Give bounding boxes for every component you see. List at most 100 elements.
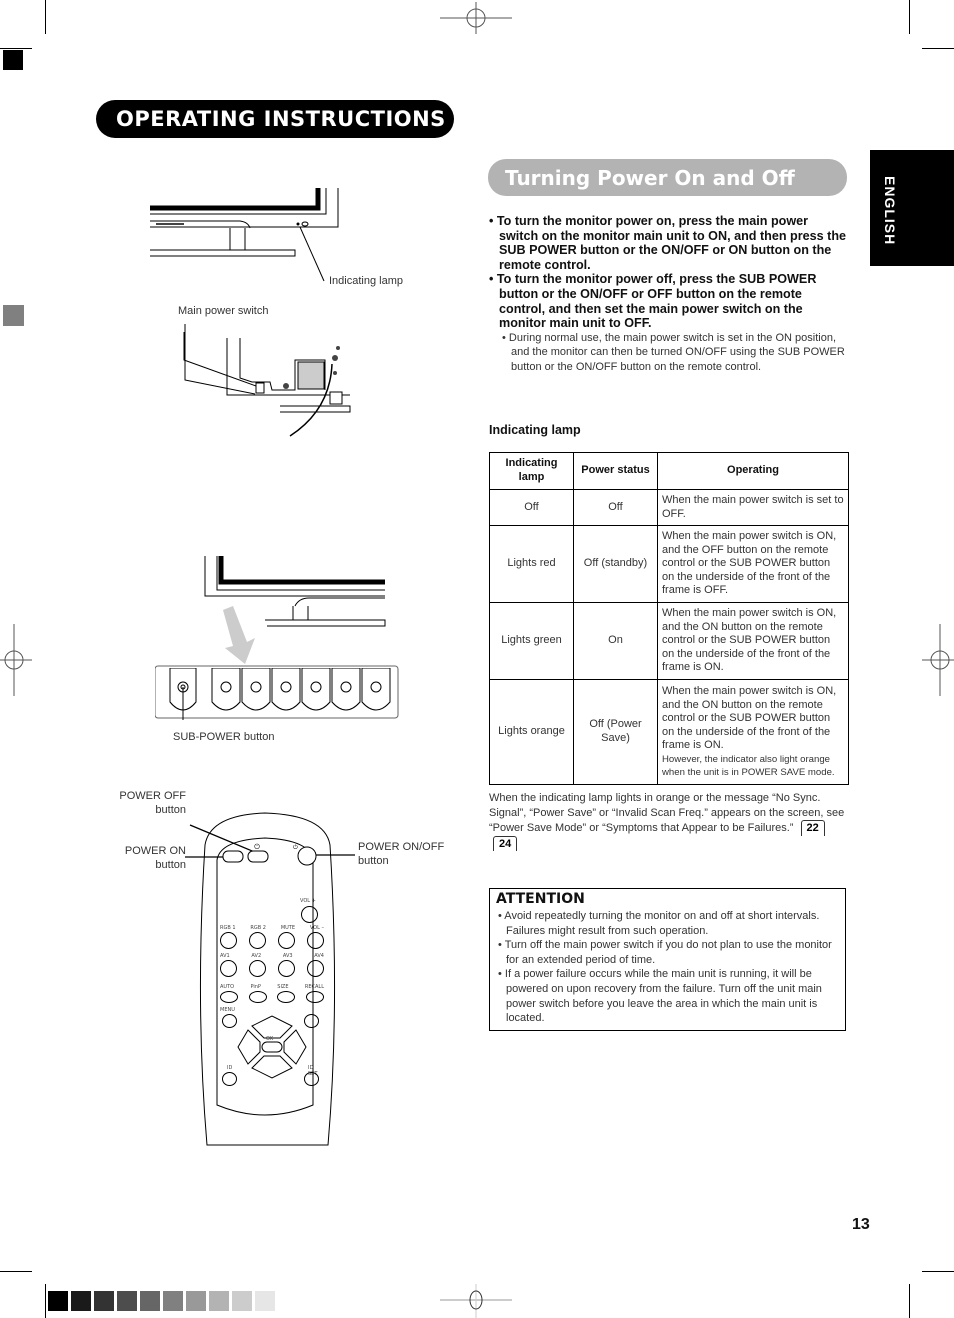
step-power-off: • To turn the monitor power off, press t… [489, 272, 817, 331]
page-ref-link[interactable]: 22 [800, 820, 825, 836]
main-power-switch-label: Main power switch [178, 305, 269, 317]
button-label: SIZE [277, 984, 289, 990]
operating-extra: However, the indicator also light orange… [662, 753, 835, 778]
crop-mark [45, 1284, 46, 1318]
status-cell: Off (standby) [573, 525, 658, 603]
crop-mark [45, 0, 46, 34]
power-onoff-button[interactable] [297, 846, 317, 866]
status-cell: On [573, 602, 658, 680]
color-swatch [186, 1291, 206, 1311]
remote-button[interactable] [220, 960, 237, 977]
color-swatch [140, 1291, 160, 1311]
lamp-table: Indicating lamp Power status Operating O… [489, 452, 849, 785]
power-off-button[interactable] [247, 850, 269, 863]
power-on-label: POWER ON button [124, 845, 186, 871]
ok-button[interactable] [261, 1041, 283, 1053]
operating-cell: When the main power switch is ON, and th… [657, 602, 849, 680]
power-icon: ⏻ [254, 843, 260, 851]
registration-mark [3, 305, 24, 326]
step-subnote: • During normal use, the main power swit… [502, 331, 845, 373]
attention-item: • Turn off the main power switch if you … [498, 939, 832, 966]
page-title: OPERATING INSTRUCTIONS [96, 100, 454, 138]
page-number: 13 [852, 1216, 870, 1233]
column-header: Indicating lamp [489, 452, 574, 490]
operating-cell: When the main power switch is ON, and th… [657, 679, 849, 785]
table-row: Lights orange Off (Power Save) When the … [489, 679, 849, 785]
remote-button[interactable] [249, 960, 266, 977]
color-swatch [163, 1291, 183, 1311]
remote-button[interactable] [277, 991, 296, 1003]
menu-label: MENU [220, 1007, 235, 1013]
power-icon: ⏻ [293, 844, 298, 851]
button-label: RGB 2 [250, 925, 266, 931]
panel-button[interactable] [241, 667, 271, 711]
button-label: MUTE [280, 925, 295, 931]
registration-target-icon [440, 2, 512, 34]
registration-target-icon [0, 624, 32, 696]
section-title: Turning Power On and Off [488, 159, 847, 196]
remote-button[interactable] [307, 960, 324, 977]
status-cell: Off [573, 489, 658, 526]
remote-button[interactable] [220, 932, 237, 949]
panel-button[interactable] [361, 667, 391, 711]
indicating-lamp-label: Indicating lamp [329, 275, 403, 287]
lamp-table-heading: Indicating lamp [489, 423, 581, 437]
remote-button[interactable] [278, 960, 295, 977]
lamp-cell: Off [489, 489, 574, 526]
id-set-button[interactable] [304, 1072, 319, 1086]
button-label: AV3 [282, 953, 293, 959]
column-header: Power status [573, 452, 658, 490]
power-on-button[interactable] [222, 850, 244, 863]
lamp-note-text: When the indicating lamp lights in orang… [489, 792, 845, 835]
power-off-label: POWER OFF button [119, 790, 186, 816]
sub-power-label: SUB-POWER button [173, 731, 275, 743]
front-button-panel [168, 667, 393, 730]
color-swatch [209, 1291, 229, 1311]
attention-item: • If a power failure occurs while the ma… [498, 968, 822, 1025]
id-button[interactable] [222, 1072, 237, 1086]
page-ref-link[interactable]: 24 [493, 835, 518, 852]
instruction-steps: • To turn the monitor power on, press th… [489, 214, 849, 375]
panel-button[interactable] [271, 667, 301, 711]
table-row: Off Off When the main power switch is se… [489, 489, 849, 526]
lamp-note: When the indicating lamp lights in orang… [489, 791, 851, 852]
id-label: ID [227, 1065, 233, 1071]
vol-plus-label: VOL + [300, 898, 316, 904]
color-swatch [117, 1291, 137, 1311]
crop-mark [922, 48, 954, 49]
color-swatch [48, 1291, 68, 1311]
panel-button[interactable] [331, 667, 361, 711]
crop-mark [909, 0, 910, 34]
panel-button[interactable] [211, 667, 241, 711]
operating-cell: When the main power switch is set to OFF… [657, 489, 849, 526]
status-cell: Off (Power Save) [573, 679, 658, 785]
remote-button[interactable] [249, 932, 266, 949]
remote-button[interactable] [305, 991, 324, 1003]
ok-label: OK [266, 1036, 274, 1042]
attention-title: ATTENTION [496, 891, 585, 907]
button-label: AV1 [220, 953, 230, 959]
remote-button[interactable] [248, 991, 267, 1003]
crop-mark [922, 1271, 954, 1272]
registration-mark [3, 50, 23, 70]
operating-cell: When the main power switch is ON, and th… [657, 525, 849, 603]
button-label: AV4 [314, 953, 324, 959]
remote-button[interactable] [220, 991, 238, 1003]
vol-plus-button[interactable] [301, 906, 318, 923]
monitor-rear-illustration [183, 324, 351, 437]
registration-target-icon [440, 1284, 512, 1318]
remote-control: ⏻ ⏻ [185, 812, 355, 1146]
panel-button[interactable] [301, 667, 331, 711]
button-label: VOL – [309, 925, 324, 931]
color-swatch [232, 1291, 252, 1311]
direction-pad[interactable] [234, 1012, 310, 1082]
button-label: RECALL [304, 984, 324, 990]
button-label: AV2 [251, 953, 262, 959]
indicating-lamp-callout [299, 226, 325, 282]
attention-item: • Avoid repeatedly turning the monitor o… [498, 910, 820, 937]
button-label: AUTO [220, 984, 235, 990]
remote-button[interactable] [278, 932, 295, 949]
remote-button[interactable] [307, 932, 324, 949]
table-header-row: Indicating lamp Power status Operating [489, 452, 849, 490]
button-label: PinP [250, 984, 261, 990]
